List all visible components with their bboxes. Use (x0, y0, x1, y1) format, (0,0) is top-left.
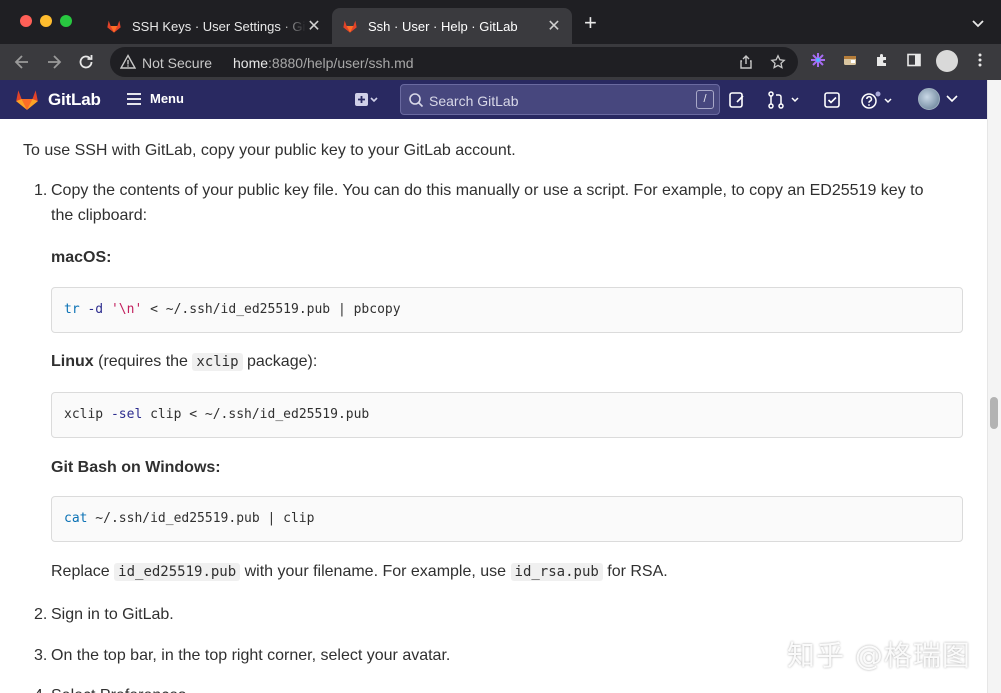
url-path: :8880/help/user/ssh.md (268, 55, 414, 71)
gitlab-logo-icon[interactable] (14, 86, 40, 112)
help-icon[interactable] (860, 91, 896, 109)
code-rest: < ~/.ssh/id_ed25519.pub | pbcopy (142, 302, 401, 317)
code-rest: clip < ~/.ssh/id_ed25519.pub (142, 407, 370, 422)
step-number: 1. (34, 182, 48, 199)
menu-label: Menu (150, 91, 184, 106)
intro-text: To use SSH with GitLab, copy your public… (23, 142, 516, 159)
inline-code: id_rsa.pub (510, 563, 603, 581)
forward-arrow-icon[interactable] (44, 52, 64, 72)
step-4-text: Select Preferences. (51, 683, 191, 693)
browser-toolbar: Not Secure home:8880/help/user/ssh.md (0, 44, 1001, 80)
minimize-window-button[interactable] (40, 15, 52, 27)
step-1-line-1: Copy the contents of your public key fil… (51, 182, 924, 199)
replace-text: with your filename. For example, use (240, 563, 511, 580)
close-window-button[interactable] (20, 15, 32, 27)
code-flag: -d (87, 302, 104, 317)
url-host: home (233, 55, 269, 71)
linux-code-block[interactable]: xclip -sel clip < ~/.ssh/id_ed25519.pub (51, 392, 963, 438)
new-tab-button[interactable]: + (584, 12, 597, 34)
hamburger-icon (127, 92, 141, 105)
code-rest: ~/.ssh/id_ed25519.pub | clip (87, 511, 315, 526)
search-icon (409, 93, 424, 108)
gitlab-brand[interactable]: GitLab (48, 90, 101, 110)
linux-line: Linux (requires the xclip package): (51, 349, 317, 375)
step-3-text: On the top bar, in the top right corner,… (51, 647, 451, 664)
tab-close-icon[interactable]: ✕ (306, 16, 322, 36)
maximize-window-button[interactable] (60, 15, 72, 27)
menu-button[interactable]: Menu (126, 91, 184, 106)
tab-close-icon[interactable]: ✕ (546, 16, 562, 36)
gitlab-favicon-icon (107, 20, 121, 33)
step-number: 4. (34, 687, 47, 693)
share-icon[interactable] (738, 54, 754, 70)
gitlab-top-bar: GitLab Menu Search GitLab / (0, 80, 987, 119)
user-avatar[interactable] (918, 88, 940, 110)
page-scrollbar-track[interactable] (987, 80, 1001, 693)
search-placeholder: Search GitLab (429, 93, 519, 109)
tab-title: Ssh · User · Help · GitLab (368, 18, 518, 34)
reload-icon[interactable] (76, 52, 96, 72)
linux-note-text: package): (242, 353, 318, 370)
chevron-down-icon[interactable] (946, 94, 958, 104)
side-panel-icon[interactable] (906, 52, 922, 68)
code-flag: -sel (110, 407, 143, 422)
gitlab-favicon-icon (343, 20, 357, 33)
tab-title: SSH Keys · User Settings · GitLab (132, 18, 306, 34)
issues-icon[interactable] (728, 91, 746, 109)
todo-checkbox-icon[interactable] (823, 91, 841, 109)
browser-tab-strip: SSH Keys · User Settings · GitLab ✕ Ssh … (0, 0, 1001, 44)
chevron-down-icon[interactable] (970, 15, 986, 31)
step-1-line-2: the clipboard: (51, 207, 148, 224)
code-command: tr (64, 302, 80, 317)
page-scrollbar-thumb[interactable] (990, 397, 998, 429)
search-shortcut-key: / (696, 90, 714, 109)
more-options-icon[interactable] (976, 52, 984, 68)
step-number: 3. (34, 647, 48, 664)
replace-text: Replace (51, 563, 115, 580)
code-string: '\n' (110, 302, 143, 317)
url-text[interactable]: home:8880/help/user/ssh.md (233, 55, 414, 71)
inline-code: id_ed25519.pub (114, 563, 241, 581)
tab-ssh-help[interactable]: Ssh · User · Help · GitLab ✕ (332, 8, 572, 44)
watermark: 知乎 @格瑞图 (787, 639, 971, 672)
profile-avatar[interactable] (936, 50, 958, 72)
step-number: 2. (34, 606, 48, 623)
step-2-text: Sign in to GitLab. (51, 606, 174, 623)
code-command: xclip (64, 407, 111, 422)
security-status[interactable]: Not Secure (142, 55, 212, 71)
extension-wallet-icon[interactable] (842, 52, 858, 68)
replace-note: Replace id_ed25519.pub with your filenam… (51, 559, 668, 585)
macos-heading: macOS: (51, 249, 112, 266)
search-input[interactable]: Search GitLab / (400, 84, 720, 115)
linux-heading: Linux (51, 353, 94, 370)
address-bar[interactable]: Not Secure home:8880/help/user/ssh.md (110, 47, 798, 77)
extension-sparkle-icon[interactable] (810, 52, 826, 68)
replace-text: for RSA. (602, 563, 668, 580)
linux-note-text: (requires the (93, 353, 193, 370)
tab-ssh-keys-settings[interactable]: SSH Keys · User Settings · GitLab ✕ (96, 8, 332, 44)
macos-code-block[interactable]: tr -d '\n' < ~/.ssh/id_ed25519.pub | pbc… (51, 287, 963, 333)
back-arrow-icon[interactable] (12, 52, 32, 72)
star-icon[interactable] (770, 54, 786, 70)
puzzle-icon[interactable] (874, 52, 890, 68)
create-new-icon[interactable] (354, 92, 378, 108)
doc-content: To use SSH with GitLab, copy your public… (0, 119, 987, 693)
windows-code-block[interactable]: cat ~/.ssh/id_ed25519.pub | clip (51, 496, 963, 542)
warning-icon[interactable] (120, 54, 136, 70)
merge-requests-icon[interactable] (767, 91, 801, 109)
windows-heading: Git Bash on Windows: (51, 459, 221, 476)
inline-code: xclip (192, 353, 243, 371)
code-command: cat (64, 511, 88, 526)
